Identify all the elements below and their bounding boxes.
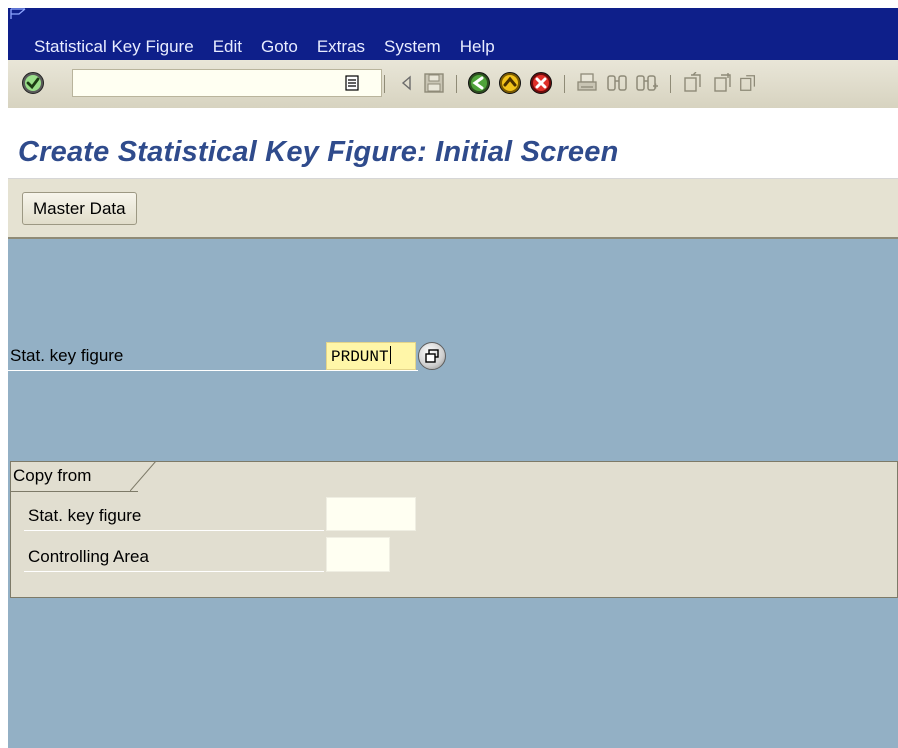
next-page-icon[interactable]	[738, 70, 758, 96]
menu-goto[interactable]: Goto	[261, 37, 298, 57]
back-icon[interactable]	[466, 70, 492, 96]
controlling-area-input[interactable]	[326, 537, 390, 572]
page-title: Create Statistical Key Figure: Initial S…	[18, 136, 619, 168]
field-underline	[8, 370, 418, 371]
application-toolbar: Master Data	[8, 179, 898, 239]
menu-bar: Statistical Key Figure Edit Goto Extras …	[8, 8, 898, 60]
copy-from-tab: Copy from	[10, 461, 157, 492]
field-underline	[24, 530, 324, 531]
back-arrow-icon[interactable]	[394, 70, 420, 96]
text-cursor	[389, 346, 391, 364]
menu-edit[interactable]: Edit	[213, 37, 242, 57]
first-page-icon[interactable]	[680, 70, 706, 96]
menu-system[interactable]: System	[384, 37, 441, 57]
controlling-area-label: Controlling Area	[28, 547, 149, 566]
print-icon[interactable]	[574, 70, 600, 96]
value-help-button[interactable]	[418, 342, 446, 370]
window-left-edge	[0, 0, 8, 748]
stat-key-figure-label: Stat. key figure	[10, 346, 124, 365]
standard-toolbar	[8, 60, 898, 109]
exit-icon[interactable]	[497, 70, 523, 96]
master-data-button[interactable]: Master Data	[22, 192, 137, 225]
command-field[interactable]	[72, 69, 382, 97]
tab-edge	[130, 461, 157, 492]
copy-stat-key-figure-input[interactable]	[326, 497, 416, 531]
command-history-icon[interactable]	[342, 70, 362, 96]
system-menu-icon[interactable]	[10, 8, 26, 20]
cancel-icon[interactable]	[528, 70, 554, 96]
menu-statistical-key-figure[interactable]: Statistical Key Figure	[34, 37, 194, 57]
save-icon[interactable]	[421, 70, 447, 96]
value-help-icon	[425, 349, 439, 363]
previous-page-icon[interactable]	[710, 70, 736, 96]
find-icon[interactable]	[604, 70, 630, 96]
enter-icon[interactable]	[20, 70, 46, 96]
copy-stat-key-figure-label: Stat. key figure	[28, 506, 142, 525]
menu-extras[interactable]: Extras	[317, 37, 365, 57]
find-next-icon[interactable]	[634, 70, 660, 96]
title-bar: Create Statistical Key Figure: Initial S…	[8, 108, 898, 179]
field-underline	[24, 571, 324, 572]
menu-help[interactable]: Help	[460, 37, 495, 57]
copy-from-title: Copy from	[13, 466, 92, 485]
stat-key-figure-input[interactable]: PRDUNT	[326, 342, 416, 370]
